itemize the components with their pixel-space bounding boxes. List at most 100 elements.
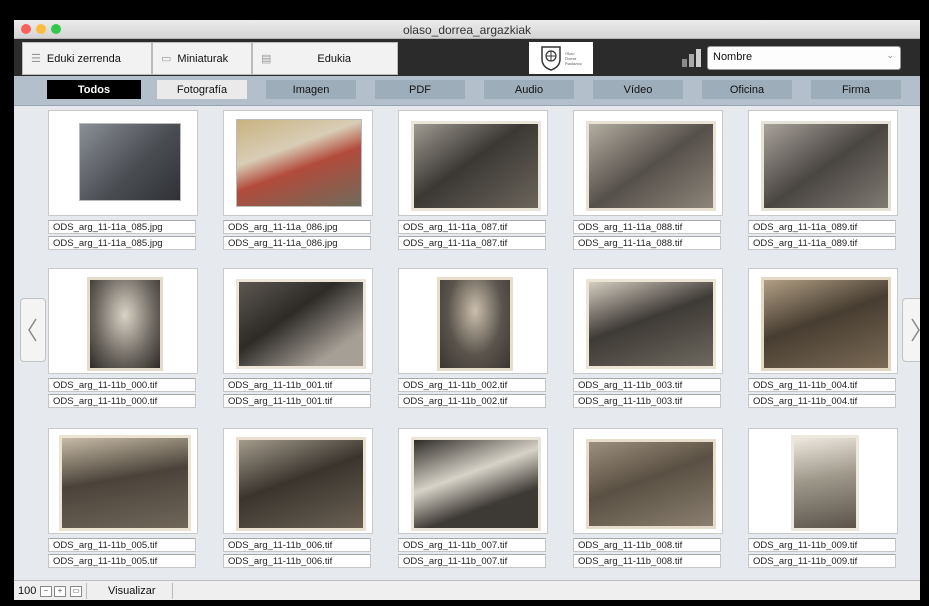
photo bbox=[437, 277, 513, 371]
content-icon: ▤ bbox=[261, 53, 272, 65]
thumbnail-card[interactable]: ODS_arg_11-11a_089.tif ODS_arg_11-11a_08… bbox=[748, 110, 898, 273]
thumbnail-image bbox=[748, 268, 898, 374]
thumbnail-card[interactable]: ODS_arg_11-11b_008.tif ODS_arg_11-11b_00… bbox=[573, 428, 723, 591]
file-name: ODS_arg_11-11a_085.jpg bbox=[48, 220, 196, 234]
next-page-button[interactable] bbox=[902, 298, 920, 362]
file-name: ODS_arg_11-11b_000.tif bbox=[48, 378, 196, 392]
layout-toggle-button[interactable]: ▭ bbox=[70, 586, 82, 597]
thumbnail-image bbox=[48, 268, 198, 374]
thumbnail-image bbox=[573, 268, 723, 374]
file-name: ODS_arg_11-11b_006.tif bbox=[223, 538, 371, 552]
photo bbox=[236, 119, 362, 207]
filter-audio[interactable]: Audio bbox=[484, 80, 574, 99]
photo bbox=[761, 277, 891, 371]
tab-label: Miniaturak bbox=[177, 52, 229, 65]
file-name-secondary: ODS_arg_11-11b_005.tif bbox=[48, 554, 196, 568]
tab-eduki-zerrenda[interactable]: ☰ Eduki zerrenda bbox=[22, 42, 152, 75]
file-name: ODS_arg_11-11b_008.tif bbox=[573, 538, 721, 552]
photo bbox=[236, 437, 366, 531]
filter-pdf[interactable]: PDF bbox=[375, 80, 465, 99]
filter-imagen[interactable]: Imagen bbox=[266, 80, 356, 99]
tab-label: Eduki zerrenda bbox=[46, 52, 121, 65]
file-name: ODS_arg_11-11b_003.tif bbox=[573, 378, 721, 392]
thumbnail-card[interactable]: ODS_arg_11-11a_088.tif ODS_arg_11-11a_08… bbox=[573, 110, 723, 273]
photo bbox=[411, 437, 541, 531]
view-mode-label[interactable]: Visualizar bbox=[108, 585, 156, 597]
sort-select[interactable]: Nombre ⌄ bbox=[707, 46, 901, 70]
tab-miniaturak[interactable]: ▭ Miniaturak bbox=[152, 42, 252, 75]
zoom-out-button[interactable]: − bbox=[40, 586, 52, 597]
file-name-secondary: ODS_arg_11-11b_003.tif bbox=[573, 394, 721, 408]
logo-line: Fundazioa bbox=[565, 60, 582, 66]
window-title: olaso_dorrea_argazkiak bbox=[402, 23, 532, 37]
thumbnail-card[interactable]: ODS_arg_11-11a_085.jpg ODS_arg_11-11a_08… bbox=[48, 110, 198, 273]
thumbnail-card[interactable]: ODS_arg_11-11b_002.tif ODS_arg_11-11b_00… bbox=[398, 268, 548, 431]
file-name-secondary: ODS_arg_11-11b_009.tif bbox=[748, 554, 896, 568]
zoom-level: 100 bbox=[18, 585, 37, 597]
sort-value: Nombre bbox=[713, 51, 753, 63]
photo bbox=[791, 435, 859, 531]
filter-firma[interactable]: Firma bbox=[811, 80, 901, 99]
chevron-left-icon bbox=[28, 318, 37, 342]
divider bbox=[172, 583, 173, 599]
file-name-secondary: ODS_arg_11-11a_086.jpg bbox=[223, 236, 371, 250]
app-window: olaso_dorrea_argazkiak ☰ Eduki zerrenda … bbox=[14, 20, 920, 600]
bar-chart-icon[interactable] bbox=[681, 49, 703, 67]
thumbnail-card[interactable]: ODS_arg_11-11b_007.tif ODS_arg_11-11b_00… bbox=[398, 428, 548, 591]
previous-page-button[interactable] bbox=[20, 298, 46, 362]
filter-oficina[interactable]: Oficina bbox=[702, 80, 792, 99]
foundation-logo: Olaso Dorrea Fundazioa bbox=[529, 42, 593, 74]
thumbnail-card[interactable]: ODS_arg_11-11b_005.tif ODS_arg_11-11b_00… bbox=[48, 428, 198, 591]
thumbnail-card[interactable]: ODS_arg_11-11b_001.tif ODS_arg_11-11b_00… bbox=[223, 268, 373, 431]
crest-icon bbox=[541, 46, 561, 71]
thumbnail-image bbox=[573, 110, 723, 216]
file-name-secondary: ODS_arg_11-11b_000.tif bbox=[48, 394, 196, 408]
thumbnail-image bbox=[398, 110, 548, 216]
file-name: ODS_arg_11-11a_089.tif bbox=[748, 220, 896, 234]
tab-label: Edukia bbox=[317, 52, 352, 65]
zoom-in-button[interactable]: + bbox=[54, 586, 66, 597]
chevron-down-icon: ⌄ bbox=[886, 50, 894, 60]
tab-edukia[interactable]: ▤ Edukia bbox=[252, 42, 398, 75]
thumbnail-card[interactable]: ODS_arg_11-11b_000.tif ODS_arg_11-11b_00… bbox=[48, 268, 198, 431]
file-name: ODS_arg_11-11b_002.tif bbox=[398, 378, 546, 392]
file-name-secondary: ODS_arg_11-11b_007.tif bbox=[398, 554, 546, 568]
chevron-right-icon bbox=[911, 318, 920, 342]
photo bbox=[586, 121, 716, 211]
file-name: ODS_arg_11-11a_087.tif bbox=[398, 220, 546, 234]
thumbnail-card[interactable]: ODS_arg_11-11b_004.tif ODS_arg_11-11b_00… bbox=[748, 268, 898, 431]
file-name-secondary: ODS_arg_11-11b_006.tif bbox=[223, 554, 371, 568]
file-name-secondary: ODS_arg_11-11b_001.tif bbox=[223, 394, 371, 408]
photo bbox=[761, 121, 891, 211]
file-name: ODS_arg_11-11b_004.tif bbox=[748, 378, 896, 392]
thumbnail-image bbox=[573, 428, 723, 534]
file-name-secondary: ODS_arg_11-11a_085.jpg bbox=[48, 236, 196, 250]
photo bbox=[586, 279, 716, 369]
file-name-secondary: ODS_arg_11-11b_002.tif bbox=[398, 394, 546, 408]
filter-todos[interactable]: Todos bbox=[47, 80, 141, 99]
file-name: ODS_arg_11-11a_088.tif bbox=[573, 220, 721, 234]
photo bbox=[411, 121, 541, 211]
thumbnail-image bbox=[48, 110, 198, 216]
file-name: ODS_arg_11-11b_005.tif bbox=[48, 538, 196, 552]
thumbnails-icon: ▭ bbox=[161, 53, 172, 65]
thumbnail-card[interactable]: ODS_arg_11-11a_087.tif ODS_arg_11-11a_08… bbox=[398, 110, 548, 273]
status-bar: 100 − + ▭ Visualizar bbox=[14, 580, 920, 600]
thumbnail-card[interactable]: ODS_arg_11-11b_009.tif ODS_arg_11-11b_00… bbox=[748, 428, 898, 591]
filter-bar: Todos Fotografía Imagen PDF Audio Vídeo … bbox=[14, 76, 920, 106]
file-name-secondary: ODS_arg_11-11b_008.tif bbox=[573, 554, 721, 568]
thumbnail-card[interactable]: ODS_arg_11-11b_006.tif ODS_arg_11-11b_00… bbox=[223, 428, 373, 591]
filter-video[interactable]: Vídeo bbox=[593, 80, 683, 99]
file-name: ODS_arg_11-11b_007.tif bbox=[398, 538, 546, 552]
thumbnail-card[interactable]: ODS_arg_11-11b_003.tif ODS_arg_11-11b_00… bbox=[573, 268, 723, 431]
file-name-secondary: ODS_arg_11-11a_088.tif bbox=[573, 236, 721, 250]
toolbar: ☰ Eduki zerrenda ▭ Miniaturak ▤ Edukia O… bbox=[14, 39, 920, 76]
file-name: ODS_arg_11-11a_086.jpg bbox=[223, 220, 371, 234]
thumbnail-card[interactable]: ODS_arg_11-11a_086.jpg ODS_arg_11-11a_08… bbox=[223, 110, 373, 273]
photo bbox=[79, 123, 181, 201]
photo bbox=[236, 279, 366, 369]
filter-fotografia[interactable]: Fotografía bbox=[157, 80, 247, 99]
thumbnail-image bbox=[223, 428, 373, 534]
list-icon: ☰ bbox=[31, 53, 41, 65]
title-bar: olaso_dorrea_argazkiak bbox=[14, 20, 920, 39]
